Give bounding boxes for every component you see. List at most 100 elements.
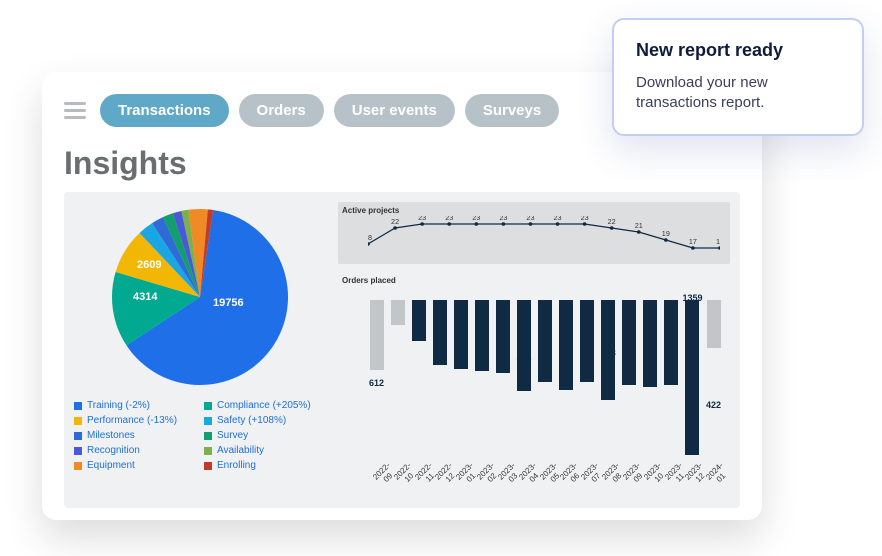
bar-value-label: 878 xyxy=(601,348,616,358)
tab-user-events[interactable]: User events xyxy=(334,94,455,127)
legend-swatch xyxy=(204,417,212,425)
legend-swatch xyxy=(74,462,82,470)
spark-value-label: 17 xyxy=(716,238,720,246)
spark-value-label: 21 xyxy=(635,222,643,230)
bar xyxy=(622,300,636,385)
bar-column: 797 xyxy=(515,300,532,460)
bar xyxy=(685,300,699,455)
legend-label: Training (-2%) xyxy=(87,400,150,411)
bar-column xyxy=(473,300,490,460)
spark-value-label: 23 xyxy=(526,216,534,222)
bar-column: 1359 xyxy=(684,300,701,460)
bar xyxy=(707,300,721,348)
legend-label: Milestones xyxy=(87,430,135,441)
legend-item: Performance (-13%) xyxy=(74,415,196,426)
bar xyxy=(496,300,510,373)
bar xyxy=(517,300,531,391)
sparkline-chart: Active projects 18 22 23 23 23 23 23 23 23 22 21 19… xyxy=(338,202,730,264)
legend-item: Compliance (+205%) xyxy=(204,400,326,411)
legend-label: Performance (-13%) xyxy=(87,415,177,426)
bar-value-label: 422 xyxy=(706,400,721,410)
bar-column xyxy=(579,300,596,460)
spark-value-label: 23 xyxy=(418,216,426,222)
legend-label: Enrolling xyxy=(217,460,256,471)
legend-swatch xyxy=(204,402,212,410)
legend-swatch xyxy=(74,417,82,425)
legend-label: Equipment xyxy=(87,460,135,471)
legend-item: Survey xyxy=(204,430,326,441)
bar xyxy=(412,300,426,341)
bar-column: 422 xyxy=(705,300,722,460)
menu-icon[interactable] xyxy=(64,102,86,119)
legend-label: Safety (+108%) xyxy=(217,415,286,426)
legend-item: Availability xyxy=(204,445,326,456)
tab-orders[interactable]: Orders xyxy=(239,94,324,127)
x-axis-label: 2024-01 xyxy=(704,461,740,497)
bar-column xyxy=(642,300,659,460)
bar-value-label: 1359 xyxy=(682,293,702,303)
tabs-row: Transactions Orders User events Surveys xyxy=(100,94,559,127)
spark-value-label: 18 xyxy=(368,234,372,242)
notification-toast[interactable]: New report ready Download your new trans… xyxy=(612,18,864,136)
bar-value-label: 612 xyxy=(369,378,384,388)
bar xyxy=(370,300,384,370)
bar-column xyxy=(410,300,427,460)
legend-swatch xyxy=(74,447,82,455)
bar xyxy=(559,300,573,390)
pie-legend: Training (-2%) Compliance (+205%) Performa… xyxy=(74,400,326,471)
bar-value-label: 797 xyxy=(516,357,531,367)
tab-transactions[interactable]: Transactions xyxy=(100,94,229,127)
dashboard-card: Transactions Orders User events Surveys Ins… xyxy=(42,72,762,520)
spark-value-label: 23 xyxy=(445,216,453,222)
bar-chart-title: Orders placed xyxy=(342,276,726,285)
spark-value-label: 22 xyxy=(391,218,399,226)
bar-column: 612 xyxy=(368,300,385,460)
pie-slice-label: 2609 xyxy=(137,259,161,271)
bar xyxy=(433,300,447,365)
bar xyxy=(454,300,468,369)
legend-swatch xyxy=(74,432,82,440)
right-column: Active projects 18 22 23 23 23 23 23 23 23 22 21 19… xyxy=(338,202,730,498)
bar-column xyxy=(558,300,575,460)
legend-swatch xyxy=(74,402,82,410)
legend-swatch xyxy=(204,447,212,455)
notification-title: New report ready xyxy=(636,40,840,61)
spark-value-label: 23 xyxy=(581,216,589,222)
notification-body: Download your new transactions report. xyxy=(636,73,840,114)
legend-item: Training (-2%) xyxy=(74,400,196,411)
sparkline-title: Active projects xyxy=(342,206,726,215)
bar xyxy=(475,300,489,371)
bar-column xyxy=(621,300,638,460)
bar-column xyxy=(494,300,511,460)
bar-chart: Orders placed 6127978781359422 2022-0920… xyxy=(338,272,730,498)
bar-column: 878 xyxy=(600,300,617,460)
bar-column xyxy=(389,300,406,460)
spark-value-label: 23 xyxy=(499,216,507,222)
spark-value-label: 22 xyxy=(608,218,616,226)
legend-item: Milestones xyxy=(74,430,196,441)
bar-column xyxy=(663,300,680,460)
bar xyxy=(664,300,678,385)
tab-surveys[interactable]: Surveys xyxy=(465,94,559,127)
legend-label: Recognition xyxy=(87,445,140,456)
legend-label: Availability xyxy=(217,445,264,456)
pie-chart: 19756 4314 2609 xyxy=(105,202,295,392)
legend-item: Enrolling xyxy=(204,460,326,471)
pie-slice-label: 4314 xyxy=(133,291,158,303)
legend-label: Compliance (+205%) xyxy=(217,400,311,411)
legend-item: Equipment xyxy=(74,460,196,471)
bar-column xyxy=(452,300,469,460)
legend-item: Recognition xyxy=(74,445,196,456)
left-column: 19756 4314 2609 Training (-2%) Compliance (… xyxy=(74,202,326,498)
spark-value-label: 19 xyxy=(662,230,670,238)
bar-column xyxy=(431,300,448,460)
page-title: Insights xyxy=(64,145,740,182)
bar xyxy=(391,300,405,325)
spark-value-label: 17 xyxy=(689,238,697,246)
insights-panel: 19756 4314 2609 Training (-2%) Compliance (… xyxy=(64,192,740,508)
pie-slice-label: 19756 xyxy=(213,297,244,309)
legend-swatch xyxy=(204,432,212,440)
spark-value-label: 23 xyxy=(472,216,480,222)
legend-label: Survey xyxy=(217,430,248,441)
spark-value-label: 23 xyxy=(554,216,562,222)
